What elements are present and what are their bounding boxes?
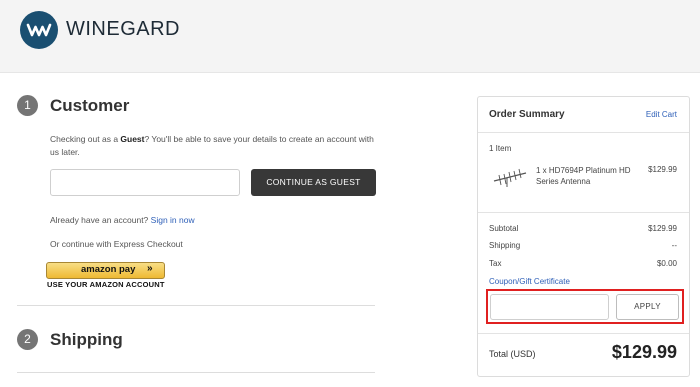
guest-info-prefix: Checking out as a xyxy=(50,134,121,144)
tax-value: $0.00 xyxy=(656,259,677,268)
step-title-customer: Customer xyxy=(50,96,130,115)
summary-divider xyxy=(478,333,689,334)
section-divider xyxy=(17,305,375,306)
total-value: $129.99 xyxy=(611,342,677,362)
brand-name[interactable]: WINEGARD xyxy=(66,18,180,41)
shipping-value: -- xyxy=(671,241,677,250)
shipping-label: Shipping xyxy=(489,241,521,250)
continue-as-guest-button[interactable]: CONTINUE AS GUEST xyxy=(251,169,376,196)
total-label: Total (USD) xyxy=(489,349,536,359)
email-field[interactable] xyxy=(50,169,240,196)
site-header: WINEGARD xyxy=(0,0,700,73)
item-price: $129.99 xyxy=(648,165,677,174)
amazon-pay-button[interactable]: amazon pay » xyxy=(46,262,165,279)
chevron-right-icon: » xyxy=(147,263,153,274)
coupon-gift-certificate-link[interactable]: Coupon/Gift Certificate xyxy=(489,277,570,286)
order-summary-title: Order Summary xyxy=(489,109,565,120)
guest-info-bold: Guest xyxy=(120,134,145,144)
section-divider xyxy=(17,372,375,373)
amazon-pay-label: amazon pay xyxy=(81,264,136,275)
step-title-shipping[interactable]: Shipping xyxy=(50,330,123,350)
subtotal-value: $129.99 xyxy=(648,224,677,233)
subtotal-label: Subtotal xyxy=(489,224,519,233)
step-number-customer: 1 xyxy=(17,95,38,116)
signin-line: Already have an account? Sign in now xyxy=(50,215,195,225)
apply-coupon-button[interactable]: APPLY xyxy=(616,294,679,320)
summary-divider xyxy=(478,132,689,133)
guest-info-text: Checking out as a Guest? You'll be able … xyxy=(50,133,380,159)
order-summary-panel: Order Summary Edit Cart 1 Item 1 x HD769… xyxy=(477,96,690,377)
tax-label: Tax xyxy=(489,259,502,268)
item-count: 1 Item xyxy=(489,144,512,153)
express-checkout-label: Or continue with Express Checkout xyxy=(50,239,183,249)
antenna-icon xyxy=(493,167,527,192)
item-name: 1 x HD7694P Platinum HD Series Antenna xyxy=(536,166,631,186)
winegard-logo-icon[interactable] xyxy=(20,11,58,49)
step-number-shipping: 2 xyxy=(17,329,38,350)
coupon-code-input[interactable] xyxy=(490,294,609,320)
amazon-account-caption: USE YOUR AMAZON ACCOUNT xyxy=(47,280,165,289)
sign-in-link[interactable]: Sign in now xyxy=(151,215,195,225)
edit-cart-link[interactable]: Edit Cart xyxy=(646,110,677,119)
summary-divider xyxy=(478,212,689,213)
account-prompt: Already have an account? xyxy=(50,215,149,225)
